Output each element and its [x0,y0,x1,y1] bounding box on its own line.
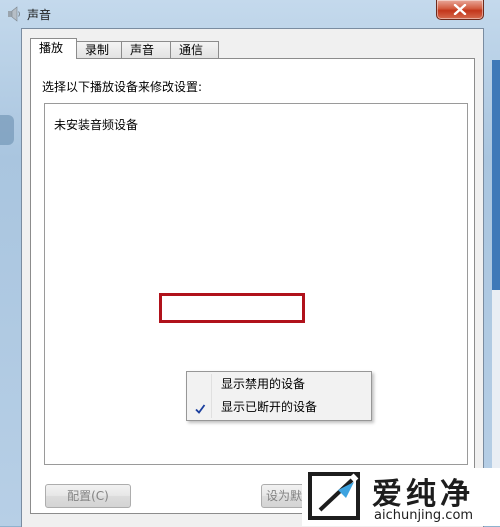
background-window-edge [0,115,14,145]
menu-item-show-disconnected[interactable]: 显示已断开的设备 [187,396,371,418]
context-menu: 显示禁用的设备 显示已断开的设备 [186,371,372,421]
menu-item-label: 显示禁用的设备 [221,377,306,391]
tab-recording[interactable]: 录制 [76,41,122,58]
brand-logo-icon [308,472,366,525]
empty-device-message: 未安装音频设备 [54,118,139,132]
menu-item-label: 显示已断开的设备 [221,400,318,414]
close-button[interactable] [436,0,484,20]
title-bar[interactable]: 声音 [0,0,500,28]
device-list[interactable]: 未安装音频设备 显示禁用的设备 显示已断开的设备 [44,103,468,465]
checkmark-icon [194,400,206,422]
speaker-icon [6,6,22,22]
configure-button[interactable]: 配置(C) [45,484,131,508]
instruction-text: 选择以下播放设备来修改设置: [42,80,203,94]
dialog-client-area: 播放 录制 声音 通信 选择以下播放设备来修改设置: 未安装音频设备 显示禁用的… [21,28,484,527]
watermark: 爱纯净 aichunjing.com [302,468,500,526]
tab-sounds[interactable]: 声音 [121,41,171,58]
background-window-edge-right [492,60,500,290]
window-frame: 声音 播放 录制 声音 通信 选择以下播放设备来修改设置: 未安装音频设备 显示… [0,0,500,527]
menu-item-show-disabled[interactable]: 显示禁用的设备 [187,373,371,395]
playback-panel: 选择以下播放设备来修改设置: 未安装音频设备 显示禁用的设备 显示已断开的设备 [30,58,475,514]
tab-communications[interactable]: 通信 [170,41,219,58]
watermark-brand: 爱纯净 [372,477,474,512]
tab-playback[interactable]: 播放 [30,38,77,59]
watermark-url: aichunjing.com [374,508,474,523]
close-icon [453,4,467,15]
window-title: 声音 [27,8,52,22]
